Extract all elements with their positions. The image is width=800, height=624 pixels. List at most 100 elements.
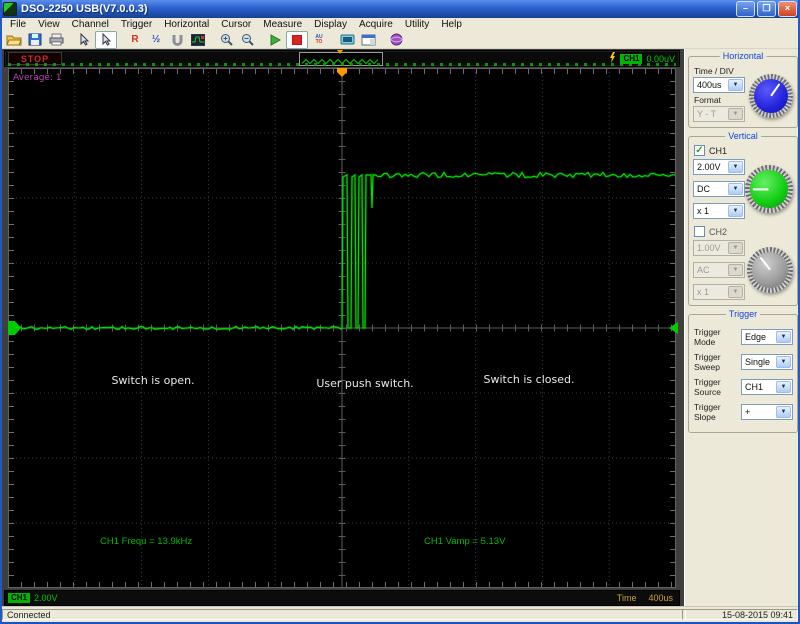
menu-help[interactable]: Help (435, 19, 468, 30)
menu-trigger[interactable]: Trigger (115, 19, 158, 30)
menu-measure[interactable]: Measure (257, 19, 308, 30)
trigger-channel-badge: CH1 (620, 53, 643, 64)
ch1-checkbox[interactable]: ✓ (694, 145, 705, 156)
chevron-down-icon[interactable]: ▼ (728, 183, 743, 195)
chevron-down-icon[interactable]: ▼ (776, 381, 791, 393)
monitor-icon (340, 34, 355, 46)
magnet-button[interactable] (167, 32, 187, 48)
time-div-select[interactable]: 400us ▼ (693, 77, 745, 93)
volts-per-div: 2.00V (34, 593, 58, 603)
vertical-group: Vertical ✓ CH1 2.00V ▼ DC ▼ x 1 ▼ CH2 1.… (688, 131, 798, 306)
ch2-position-knob[interactable] (747, 247, 793, 293)
menu-file[interactable]: File (4, 19, 32, 30)
trigger-slope-select[interactable]: + ▼ (741, 404, 793, 420)
restore-button[interactable]: ❐ (757, 1, 776, 17)
panel-window-button[interactable] (358, 32, 378, 48)
zoom-in-button[interactable] (216, 32, 236, 48)
half-icon: ½ (151, 34, 161, 45)
zoom-out-button[interactable] (237, 32, 257, 48)
split-channel-button[interactable]: ½ (146, 32, 166, 48)
scope-display: Average: 1 Switch is open. User push swi… (7, 68, 678, 588)
display-settings-button[interactable] (337, 32, 357, 48)
scope-region: STOP CH1 0.00uV Average: 1 Switch is ope… (0, 48, 684, 606)
open-folder-icon (6, 33, 22, 46)
menu-bar: File View Channel Trigger Horizontal Cur… (0, 18, 800, 31)
waveform-capture-button[interactable] (188, 32, 208, 48)
trigger-sweep-label: Trigger Sweep (694, 352, 721, 372)
ch1-volts-select[interactable]: 2.00V ▼ (693, 159, 745, 175)
datetime-status: 15-08-2015 09:41 (682, 609, 798, 620)
ch1-position-knob[interactable] (745, 165, 793, 213)
ch2-coupling-select: AC ▼ (693, 262, 745, 278)
pointer-tool-button[interactable] (74, 32, 94, 48)
measurement-vamp: CH1 Vamp = 5.13V (424, 536, 506, 547)
menu-horizontal[interactable]: Horizontal (158, 19, 215, 30)
ch1-label: CH1 (709, 145, 728, 156)
menu-acquire[interactable]: Acquire (353, 19, 399, 30)
ch2-checkbox[interactable] (694, 226, 705, 237)
horizontal-knob[interactable] (749, 74, 793, 118)
chevron-down-icon[interactable]: ▼ (776, 356, 791, 368)
ch1-probe-select[interactable]: x 1 ▼ (693, 203, 745, 219)
measurement-frequency: CH1 Frequ = 13.9kHz (100, 536, 193, 547)
chevron-down-icon[interactable]: ▼ (728, 79, 743, 91)
connection-status: Connected (2, 609, 686, 620)
horizontal-group-title: Horizontal (719, 51, 767, 61)
ch2-knob-face (752, 252, 788, 288)
menu-utility[interactable]: Utility (399, 19, 435, 30)
stop-icon (292, 34, 302, 45)
time-per-div: Time 400us (616, 593, 673, 603)
minimize-button[interactable]: – (736, 1, 755, 17)
trigger-source-select[interactable]: CH1 ▼ (741, 379, 793, 395)
preview-trigger-marker-icon[interactable] (337, 50, 343, 54)
menu-view[interactable]: View (32, 19, 66, 30)
save-button[interactable] (25, 32, 45, 48)
trigger-group: Trigger Trigger Mode Edge ▼ Trigger Sweep… (688, 309, 798, 433)
status-bar: Connected 15-08-2015 09:41 (0, 606, 800, 624)
menu-channel[interactable]: Channel (66, 19, 115, 30)
trigger-sweep-select[interactable]: Single ▼ (741, 354, 793, 370)
title-bar: DSO-2250 USB(V7.0.0.3) – ❐ × (0, 0, 800, 18)
cursor-arrow-icon (78, 33, 90, 46)
chevron-down-icon: ▼ (728, 264, 743, 276)
letter-r-icon: R (131, 34, 139, 45)
menu-display[interactable]: Display (308, 19, 353, 30)
refresh-button[interactable]: R (125, 32, 145, 48)
open-button[interactable] (4, 32, 24, 48)
ch2-volts-select: 1.00V ▼ (693, 240, 745, 256)
select-tool-button[interactable] (95, 30, 117, 49)
autoset-button[interactable]: AU TO (309, 32, 329, 48)
horizontal-group: Horizontal Time / DIV 400us ▼ Format Y -… (688, 51, 798, 128)
trigger-mode-select[interactable]: Edge ▼ (741, 329, 793, 345)
trigger-group-title: Trigger (725, 309, 761, 319)
trigger-level-value: 0.00uV (646, 53, 675, 64)
vertical-group-title: Vertical (725, 131, 761, 141)
chevron-down-icon[interactable]: ▼ (728, 205, 743, 217)
average-label: Average: 1 (13, 73, 62, 83)
annotation-switch-closed: Switch is closed. (483, 373, 575, 386)
scope-bottom-strip: CH1 2.00V Time 400us (4, 590, 680, 606)
stop-button[interactable] (286, 30, 308, 49)
chevron-down-icon[interactable]: ▼ (728, 161, 743, 173)
window-icon (361, 34, 376, 46)
help-about-button[interactable] (386, 32, 406, 48)
auto-icon: AU TO (315, 33, 323, 45)
chevron-down-icon: ▼ (728, 242, 743, 254)
chevron-down-icon[interactable]: ▼ (776, 331, 791, 343)
menu-cursor[interactable]: Cursor (215, 19, 257, 30)
close-button[interactable]: × (778, 1, 797, 17)
trigger-slope-label: Trigger Slope (694, 402, 721, 422)
magnet-icon (171, 33, 184, 46)
ch2-probe-select: x 1 ▼ (693, 284, 745, 300)
window-border-left (0, 0, 2, 623)
time-div-label: Time / DIV (694, 66, 734, 76)
trigger-source-label: Trigger Source (694, 377, 721, 397)
ch2-label: CH2 (709, 226, 728, 237)
print-button[interactable] (46, 32, 66, 48)
trigger-mode-label: Trigger Mode (694, 327, 721, 347)
start-button[interactable] (265, 32, 285, 48)
purple-globe-icon (390, 33, 403, 46)
chevron-down-icon[interactable]: ▼ (776, 406, 791, 418)
ch1-coupling-select[interactable]: DC ▼ (693, 181, 745, 197)
floppy-icon (28, 33, 42, 46)
